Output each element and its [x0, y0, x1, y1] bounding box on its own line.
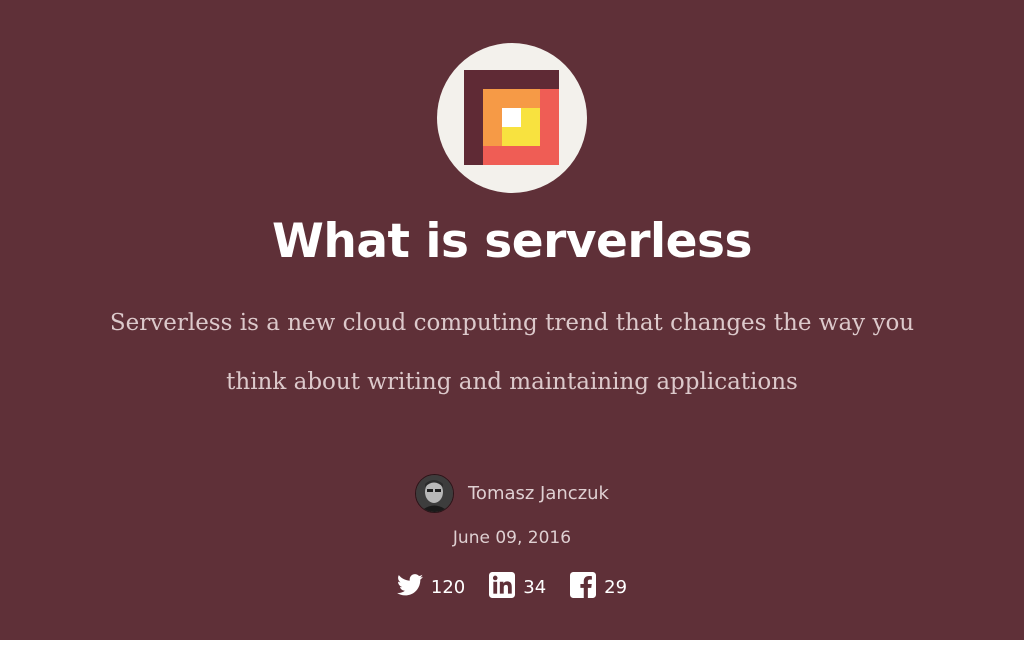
- publish-date: June 09, 2016: [452, 528, 572, 548]
- facebook-icon: [570, 572, 597, 598]
- linkedin-share-count: 34: [523, 576, 547, 598]
- page-subtitle: Serverless is a new cloud computing tren…: [109, 310, 915, 395]
- serverless-logo-icon: [437, 43, 587, 193]
- twitter-share-button[interactable]: 120: [396, 574, 466, 598]
- facebook-share-count: 29: [604, 576, 628, 598]
- share-counts: 120 34 29: [0, 570, 1024, 600]
- twitter-share-count: 120: [430, 576, 466, 598]
- author-byline: Tomasz Janczuk: [0, 473, 1024, 513]
- post-hero: What is serverless Serverless is a new c…: [0, 0, 1024, 640]
- facebook-share-button[interactable]: 29: [570, 572, 627, 598]
- linkedin-icon: [489, 572, 516, 598]
- twitter-icon: [396, 574, 423, 596]
- page-title: What is serverless: [272, 214, 752, 269]
- author-name[interactable]: Tomasz Janczuk: [468, 483, 609, 504]
- author-avatar[interactable]: [415, 473, 454, 513]
- linkedin-share-button[interactable]: 34: [489, 572, 546, 598]
